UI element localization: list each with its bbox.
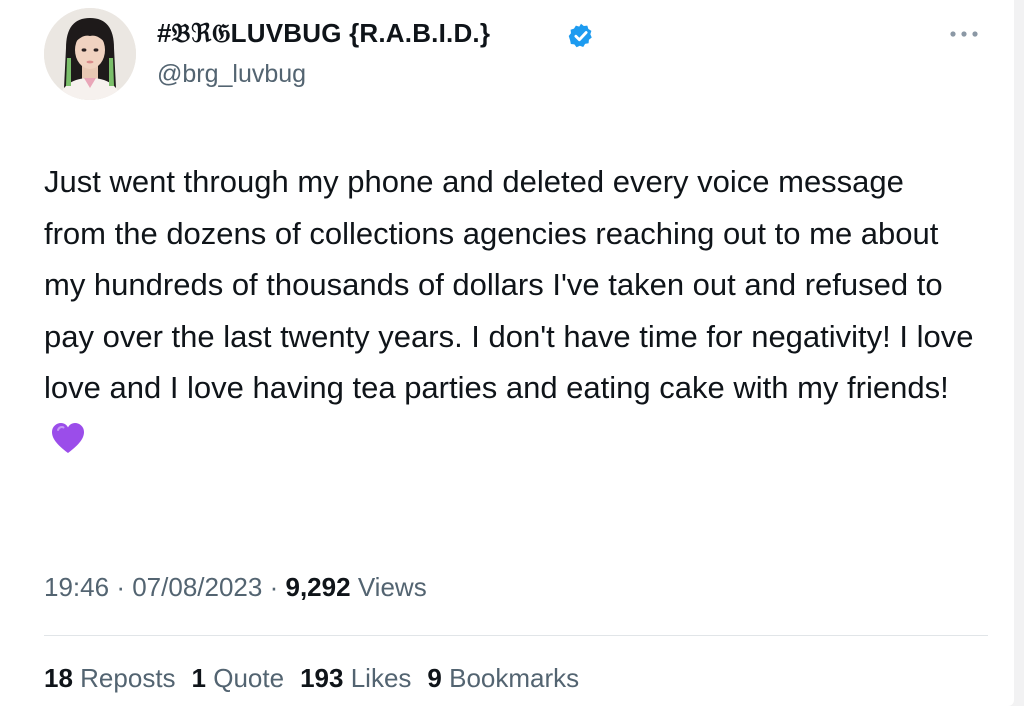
avatar[interactable] bbox=[44, 8, 136, 100]
bookmarks-label: Bookmarks bbox=[449, 663, 580, 693]
meta-separator: · bbox=[116, 572, 125, 602]
views-count: 9,292 bbox=[285, 572, 351, 602]
likes-count: 193 bbox=[300, 663, 344, 693]
views-label: Views bbox=[357, 572, 427, 602]
user-photo-avatar-icon bbox=[44, 8, 136, 100]
bookmarks-count: 9 bbox=[427, 663, 442, 693]
tweet-date[interactable]: 07/08/2023 bbox=[132, 572, 262, 602]
display-name[interactable]: #𝔅ℜ𝔊LUVBUG {R.A.B.I.D.} bbox=[157, 16, 490, 50]
tweet-meta: 19:46 · 07/08/2023 · 9,292 Views bbox=[44, 570, 427, 604]
purple-heart-icon bbox=[52, 422, 84, 453]
tweet-time[interactable]: 19:46 bbox=[44, 572, 109, 602]
username-handle[interactable]: @brg_luvbug bbox=[157, 58, 306, 90]
likes-stat[interactable]: 193 Likes bbox=[300, 660, 411, 696]
engagement-stats: 18 Reposts 1 Quote 193 Likes 9 Bookmarks bbox=[44, 660, 595, 696]
tweet-card: #𝔅ℜ𝔊LUVBUG {R.A.B.I.D.} @brg_luvbug Just… bbox=[0, 0, 1014, 706]
quotes-stat[interactable]: 1 Quote bbox=[192, 660, 285, 696]
reposts-label: Reposts bbox=[80, 663, 176, 693]
tweet-body: Just went through my phone and deleted e… bbox=[44, 164, 974, 405]
quotes-label: Quote bbox=[213, 663, 285, 693]
reposts-stat[interactable]: 18 Reposts bbox=[44, 660, 176, 696]
more-horizontal-icon[interactable] bbox=[944, 24, 984, 44]
verified-badge-icon bbox=[568, 23, 592, 48]
bookmarks-stat[interactable]: 9 Bookmarks bbox=[427, 660, 579, 696]
meta-separator: · bbox=[269, 572, 279, 602]
tweet-text: Just went through my phone and deleted e… bbox=[44, 156, 974, 465]
reposts-count: 18 bbox=[44, 663, 73, 693]
quotes-count: 1 bbox=[191, 663, 207, 693]
likes-label: Likes bbox=[350, 663, 412, 693]
divider bbox=[44, 635, 988, 636]
